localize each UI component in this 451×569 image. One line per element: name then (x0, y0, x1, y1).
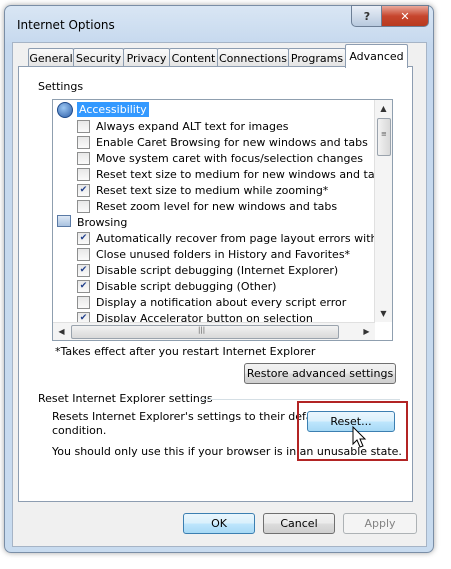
grip-icon: ||| (198, 326, 206, 334)
horizontal-scroll-thumb[interactable]: ||| (71, 325, 339, 339)
window-title: Internet Options (17, 18, 115, 32)
checkbox[interactable] (77, 248, 90, 261)
setting-label: Reset text size to medium while zooming* (96, 183, 329, 197)
accessibility-icon (57, 102, 73, 118)
checkbox[interactable] (77, 136, 90, 149)
horizontal-scrollbar[interactable]: ◀ ||| ▶ (53, 322, 375, 340)
browsing-icon (57, 215, 71, 227)
setting-label: Display a notification about every scrip… (96, 295, 347, 309)
reset-description-cont: condition. (52, 424, 107, 437)
setting-label: Disable script debugging (Internet Explo… (96, 263, 339, 277)
apply-button[interactable]: Apply (343, 513, 417, 534)
tab-content[interactable]: Content (169, 48, 218, 67)
settings-group-label: Settings (38, 80, 84, 93)
reset-group-label: Reset Internet Explorer settings (38, 392, 213, 405)
checkbox[interactable] (77, 296, 90, 309)
grip-icon: ≡ (381, 130, 387, 138)
checkbox[interactable] (77, 200, 90, 213)
ok-button[interactable]: OK (183, 513, 255, 534)
checkbox-checked[interactable]: ✔ (77, 280, 90, 293)
mouse-cursor-icon (352, 426, 367, 448)
tab-privacy[interactable]: Privacy (123, 48, 170, 67)
setting-label: Always expand ALT text for images (96, 119, 289, 133)
settings-list[interactable]: Accessibility Always expand ALT text for… (52, 99, 393, 341)
setting-label: Close unused folders in History and Favo… (96, 247, 351, 261)
setting-label: Enable Caret Browsing for new windows an… (96, 135, 368, 149)
setting-label: Reset text size to medium for new window… (96, 167, 388, 181)
setting-label: Reset zoom level for new windows and tab… (96, 199, 338, 213)
reset-description: Resets Internet Explorer's settings to t… (52, 410, 327, 423)
cancel-button[interactable]: Cancel (263, 513, 335, 534)
tab-connections[interactable]: Connections (217, 48, 289, 67)
scroll-left-icon[interactable]: ◀ (54, 324, 69, 339)
scroll-down-icon[interactable]: ▼ (376, 306, 391, 321)
tab-programs[interactable]: Programs (288, 48, 346, 67)
checkbox-checked[interactable]: ✔ (77, 264, 90, 277)
category-label: Accessibility (77, 102, 149, 117)
checkbox-checked[interactable]: ✔ (77, 232, 90, 245)
category-label: Browsing (77, 215, 128, 229)
setting-label: Disable script debugging (Other) (96, 279, 277, 293)
checkbox[interactable] (77, 120, 90, 133)
vertical-scrollbar[interactable]: ▲ ≡ ▼ (374, 100, 392, 322)
tab-general[interactable]: General (28, 48, 74, 67)
group-divider (200, 399, 400, 400)
setting-label: Move system caret with focus/selection c… (96, 151, 363, 165)
tab-security[interactable]: Security (73, 48, 124, 67)
scroll-right-icon[interactable]: ▶ (359, 324, 374, 339)
checkbox[interactable] (77, 168, 90, 181)
checkbox-checked[interactable]: ✔ (77, 184, 90, 197)
close-button[interactable]: ✕ (381, 5, 429, 27)
vertical-scroll-thumb[interactable]: ≡ (377, 118, 391, 156)
scroll-up-icon[interactable]: ▲ (376, 101, 391, 116)
tab-advanced[interactable]: Advanced (345, 44, 408, 68)
setting-label: Automatically recover from page layout e… (96, 231, 393, 245)
restart-note: *Takes effect after you restart Internet… (55, 345, 316, 358)
help-button[interactable]: ? (351, 5, 383, 27)
restore-advanced-settings-button[interactable]: Restore advanced settings (244, 363, 396, 384)
checkbox[interactable] (77, 152, 90, 165)
